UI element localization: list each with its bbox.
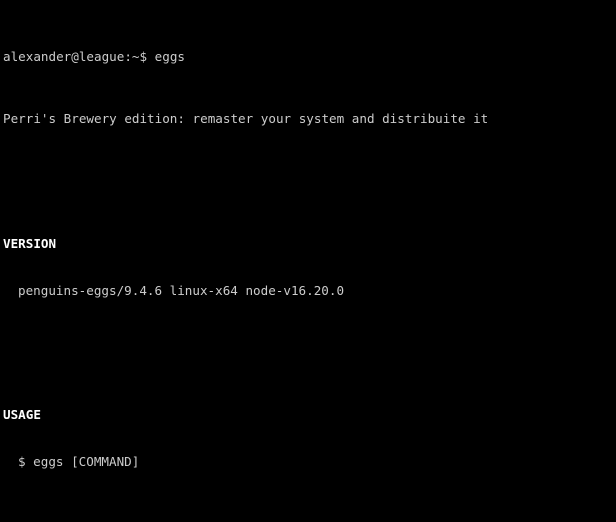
usage-value-line: $ eggs [COMMAND]: [3, 454, 616, 470]
version-section-header: VERSION: [3, 235, 57, 251]
version-value: penguins-eggs/9.4.6 linux-x64 node-v16.2…: [18, 282, 345, 298]
prompt-line: alexander@league:~$ eggs: [3, 49, 616, 65]
usage-value: $ eggs [COMMAND]: [18, 454, 140, 470]
entered-command: eggs: [154, 48, 185, 64]
app-tagline: Perri's Brewery edition: remaster your s…: [3, 111, 489, 127]
terminal-window[interactable]: alexander@league:~$ eggs Perri's Brewery…: [0, 0, 616, 522]
usage-section-header: USAGE: [3, 407, 41, 423]
version-value-line: penguins-eggs/9.4.6 linux-x64 node-v16.2…: [3, 283, 616, 299]
shell-prompt: alexander@league:~$: [3, 48, 148, 64]
